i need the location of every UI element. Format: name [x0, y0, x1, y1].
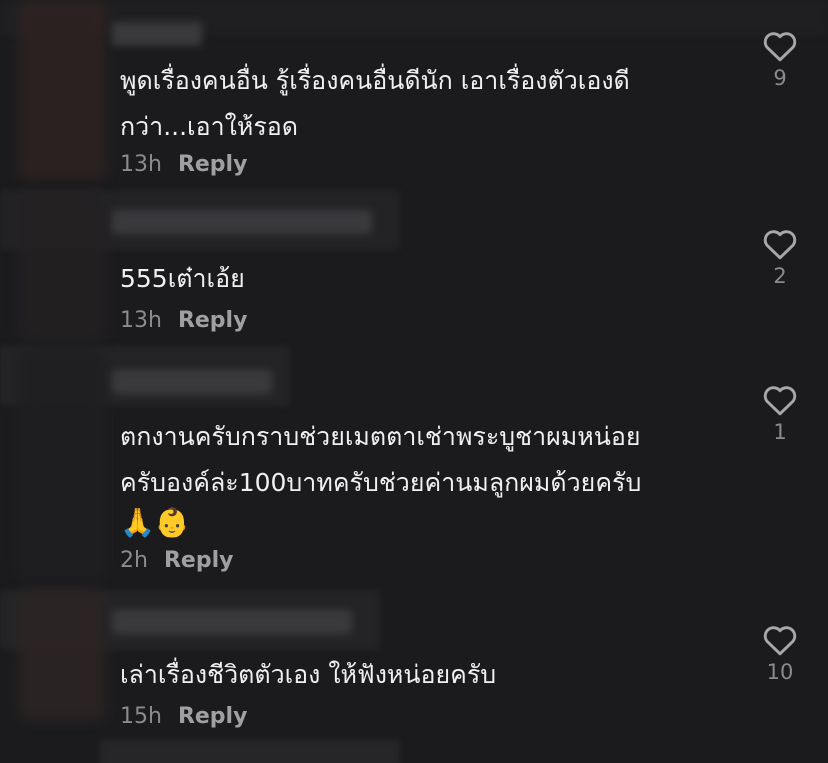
- blurred-row: [100, 740, 400, 763]
- like-button[interactable]: 10: [756, 624, 804, 684]
- comment-line: กว่า...เอาให้รอด: [120, 112, 299, 141]
- like-count: 2: [773, 264, 787, 288]
- heart-outline-icon[interactable]: [762, 384, 798, 416]
- comment-line: พูดเรื่องคนอื่น รู้เรื่องคนอื่นดีนัก เอา…: [120, 66, 630, 95]
- like-count: 1: [773, 420, 787, 444]
- comment-text: 555เต๋าเอ้ย: [120, 256, 740, 302]
- heart-outline-icon[interactable]: [762, 624, 798, 656]
- avatar[interactable]: [18, 350, 106, 580]
- username-blurred[interactable]: [112, 610, 352, 634]
- comment-line: ครับองค์ล่ะ100บาทครับช่วยค่านมลูกผมด้วยค…: [120, 468, 642, 497]
- comment-meta: 15h Reply: [120, 704, 247, 729]
- like-count: 9: [773, 66, 787, 90]
- like-button[interactable]: 1: [756, 384, 804, 444]
- username-blurred[interactable]: [112, 210, 372, 234]
- comment-meta: 13h Reply: [120, 152, 247, 177]
- heart-outline-icon[interactable]: [762, 30, 798, 62]
- comment-line: 555เต๋าเอ้ย: [120, 264, 245, 293]
- avatar[interactable]: [18, 590, 106, 720]
- reply-button[interactable]: Reply: [178, 152, 248, 177]
- like-button[interactable]: 2: [756, 228, 804, 288]
- like-button[interactable]: 9: [756, 30, 804, 90]
- comment-time: 15h: [120, 704, 162, 729]
- reply-button[interactable]: Reply: [164, 548, 234, 573]
- username-blurred[interactable]: [112, 370, 272, 394]
- comment-text: เล่าเรื่องชีวิตตัวเอง ให้ฟังหน่อยครับ: [120, 652, 740, 698]
- reply-button[interactable]: Reply: [178, 704, 248, 729]
- comment-text: ตกงานครับกราบช่วยเมตตาเช่าพระบูชาผมหน่อย…: [120, 414, 740, 540]
- avatar[interactable]: [18, 192, 106, 342]
- comment-meta: 13h Reply: [120, 308, 247, 333]
- username-blurred[interactable]: [112, 22, 202, 46]
- comment-time: 13h: [120, 152, 162, 177]
- like-count: 10: [766, 660, 794, 684]
- comment-line: ตกงานครับกราบช่วยเมตตาเช่าพระบูชาผมหน่อย: [120, 422, 641, 451]
- avatar[interactable]: [18, 0, 106, 180]
- comment-emoji: 🙏👶: [120, 506, 190, 539]
- comment-text: พูดเรื่องคนอื่น รู้เรื่องคนอื่นดีนัก เอา…: [120, 58, 740, 150]
- comment-meta: 2h Reply: [120, 548, 233, 573]
- heart-outline-icon[interactable]: [762, 228, 798, 260]
- comment-time: 13h: [120, 308, 162, 333]
- comment-line: เล่าเรื่องชีวิตตัวเอง ให้ฟังหน่อยครับ: [120, 660, 497, 689]
- comments-panel: พูดเรื่องคนอื่น รู้เรื่องคนอื่นดีนัก เอา…: [0, 0, 828, 763]
- comment-time: 2h: [120, 548, 148, 573]
- reply-button[interactable]: Reply: [178, 308, 248, 333]
